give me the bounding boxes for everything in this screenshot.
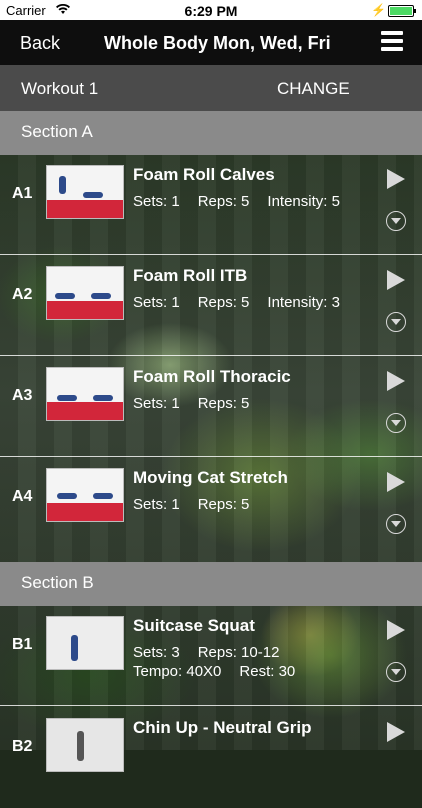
tempo-value: Tempo: 40X0 — [133, 663, 222, 680]
reps-value: Reps: 5 — [197, 193, 250, 210]
row-divider — [0, 456, 422, 457]
status-bar: Carrier 6:29 PM ⚡ — [0, 0, 422, 20]
exercise-name: Moving Cat Stretch — [133, 468, 288, 487]
section-header: Section B — [0, 562, 422, 606]
exercise-code: A3 — [12, 387, 33, 404]
reps-value: Reps: 5 — [197, 294, 250, 311]
battery-icon — [388, 5, 416, 17]
expand-chevron-icon[interactable] — [386, 312, 406, 332]
section-title: Section A — [21, 122, 93, 141]
exercise-code: B2 — [12, 738, 33, 755]
play-icon[interactable] — [387, 722, 405, 742]
play-icon[interactable] — [387, 472, 405, 492]
expand-chevron-icon[interactable] — [386, 211, 406, 231]
back-button[interactable]: Back — [20, 33, 60, 54]
expand-chevron-icon[interactable] — [386, 413, 406, 433]
workout-selector: Workout 1 CHANGE — [0, 65, 422, 111]
exercise-thumbnail[interactable] — [46, 367, 124, 421]
play-icon[interactable] — [387, 371, 405, 391]
row-divider — [0, 254, 422, 255]
exercise-stats: Sets: 3 Reps: 10-12 — [133, 644, 297, 661]
exercise-thumbnail[interactable] — [46, 165, 124, 219]
exercise-name: Suitcase Squat — [133, 616, 255, 635]
exercise-stats: Sets: 1 Reps: 5 Intensity: 3 — [133, 294, 358, 311]
exercise-name: Chin Up - Neutral Grip — [133, 718, 312, 737]
exercise-name: Foam Roll ITB — [133, 266, 248, 285]
exercise-stats: Sets: 1 Reps: 5 — [133, 496, 267, 513]
sets-value: Sets: 1 — [133, 294, 180, 311]
change-workout-button[interactable]: CHANGE — [277, 79, 350, 99]
hamburger-menu-icon[interactable] — [381, 31, 403, 53]
exercise-row[interactable]: B2 Chin Up - Neutral Grip — [0, 708, 422, 808]
exercise-thumbnail[interactable] — [46, 616, 124, 670]
exercise-stats: Sets: 1 Reps: 5 — [133, 395, 267, 412]
exercise-row[interactable]: A2 Foam Roll ITB Sets: 1 Reps: 5 Intensity… — [0, 256, 422, 356]
reps-value: Reps: 5 — [197, 395, 250, 412]
exercise-stats-secondary: Tempo: 40X0 Rest: 30 — [133, 663, 313, 680]
section-header: Section A — [0, 111, 422, 155]
exercise-code: A2 — [12, 286, 33, 303]
expand-chevron-icon[interactable] — [386, 662, 406, 682]
workout-name: Workout 1 — [21, 79, 99, 98]
exercise-row[interactable]: A3 Foam Roll Thoracic Sets: 1 Reps: 5 — [0, 357, 422, 457]
status-time: 6:29 PM — [184, 3, 238, 19]
reps-value: Reps: 10-12 — [197, 644, 280, 661]
exercise-row[interactable]: A4 Moving Cat Stretch Sets: 1 Reps: 5 — [0, 458, 422, 558]
row-divider — [0, 705, 422, 706]
expand-chevron-icon[interactable] — [386, 514, 406, 534]
charging-icon: ⚡ — [371, 3, 386, 17]
exercise-row[interactable]: B1 Suitcase Squat Sets: 3 Reps: 10-12 Tem… — [0, 606, 422, 706]
exercise-thumbnail[interactable] — [46, 266, 124, 320]
play-icon[interactable] — [387, 620, 405, 640]
sets-value: Sets: 1 — [133, 193, 180, 210]
sets-value: Sets: 1 — [133, 496, 180, 513]
exercise-name: Foam Roll Thoracic — [133, 367, 291, 386]
exercise-code: A1 — [12, 185, 33, 202]
exercise-code: A4 — [12, 488, 33, 505]
page-title: Whole Body Mon, Wed, Fri — [104, 33, 331, 53]
section-title: Section B — [21, 573, 94, 592]
play-icon[interactable] — [387, 169, 405, 189]
exercise-name: Foam Roll Calves — [133, 165, 275, 184]
intensity-value: Intensity: 3 — [267, 294, 340, 311]
rest-value: Rest: 30 — [239, 663, 296, 680]
exercise-thumbnail[interactable] — [46, 718, 124, 772]
exercise-code: B1 — [12, 636, 33, 653]
exercise-thumbnail[interactable] — [46, 468, 124, 522]
play-icon[interactable] — [387, 270, 405, 290]
sets-value: Sets: 1 — [133, 395, 180, 412]
exercise-stats: Sets: 1 Reps: 5 Intensity: 5 — [133, 193, 358, 210]
exercise-row[interactable]: A1 Foam Roll Calves Sets: 1 Reps: 5 Intens… — [0, 155, 422, 255]
row-divider — [0, 355, 422, 356]
sets-value: Sets: 3 — [133, 644, 180, 661]
reps-value: Reps: 5 — [197, 496, 250, 513]
nav-bar: Back Whole Body Mon, Wed, Fri — [0, 20, 422, 65]
intensity-value: Intensity: 5 — [267, 193, 340, 210]
